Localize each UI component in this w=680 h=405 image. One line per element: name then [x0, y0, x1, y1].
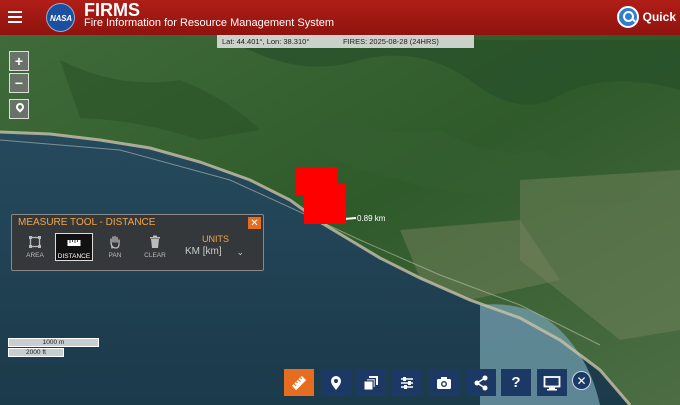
hamburger-menu-icon[interactable]	[8, 8, 24, 26]
measure-tool-header: MEASURE TOOL - DISTANCE ✕	[12, 215, 263, 231]
app-header: NASA FIRMS Fire Information for Resource…	[0, 0, 680, 35]
toolbar-help-button[interactable]: ?	[501, 369, 531, 396]
scale-bar-imperial: 2000 ft	[8, 348, 64, 357]
units-selected-value: KM [km]	[185, 246, 222, 257]
measure-tool-title: MEASURE TOOL - DISTANCE	[18, 217, 156, 228]
hand-icon	[108, 235, 122, 249]
monitor-icon	[543, 375, 561, 390]
fires-date: FIRES: 2025-08-28 (24HRS)	[343, 37, 439, 46]
toolbar-measure-button[interactable]	[284, 369, 314, 396]
zoom-in-button[interactable]: +	[9, 51, 29, 71]
nasa-logo[interactable]: NASA	[46, 3, 75, 32]
area-icon	[28, 235, 42, 249]
toolbar-filters-button[interactable]	[392, 369, 422, 396]
fire-detection-marker[interactable]	[304, 184, 346, 224]
toolbar-share-button[interactable]	[466, 369, 496, 396]
trash-icon	[148, 235, 162, 249]
help-icon: ?	[511, 374, 521, 391]
measure-tool-close-button[interactable]: ✕	[248, 217, 261, 229]
cursor-coordinates: Lat: 44.401°, Lon: 38.310°	[222, 37, 310, 46]
ruler-icon	[291, 375, 307, 390]
measure-pan-button[interactable]: PAN	[96, 233, 134, 261]
ruler-icon	[67, 236, 81, 250]
toolbar-layers-button[interactable]	[356, 369, 386, 396]
units-label: UNITS	[202, 234, 229, 244]
measure-distance-label: 0.89 km	[357, 214, 386, 223]
toolbar-display-button[interactable]	[537, 369, 567, 396]
toolbar-close-button[interactable]: ✕	[572, 371, 591, 390]
share-icon	[474, 375, 488, 390]
app-subtitle: Fire Information for Resource Management…	[84, 17, 335, 29]
locate-button[interactable]	[9, 99, 29, 119]
camera-icon	[437, 376, 451, 389]
layers-icon	[363, 375, 378, 390]
measure-clear-button[interactable]: CLEAR	[136, 233, 174, 261]
toolbar-snapshot-button[interactable]	[429, 369, 459, 396]
toolbar-location-button[interactable]	[321, 369, 351, 396]
zoom-out-button[interactable]: −	[9, 73, 29, 93]
chevron-down-icon: ⌄	[236, 247, 244, 257]
measure-distance-button[interactable]: DISTANCE	[55, 233, 93, 261]
scale-bar-metric: 1000 m	[8, 338, 99, 347]
coordinates-bar: Lat: 44.401°, Lon: 38.310° FIRES: 2025-0…	[217, 35, 474, 48]
map-pin-icon	[331, 375, 341, 390]
sliders-icon	[401, 376, 413, 389]
measure-area-button[interactable]: AREA	[16, 233, 54, 261]
search-icon	[616, 6, 639, 28]
map-pin-icon	[14, 101, 26, 113]
quick-search-button[interactable]: Quick	[616, 5, 676, 29]
measure-tool-panel: MEASURE TOOL - DISTANCE ✕ AREA DISTANCE …	[11, 214, 264, 271]
units-select[interactable]: KM [km] ⌄	[184, 245, 256, 261]
